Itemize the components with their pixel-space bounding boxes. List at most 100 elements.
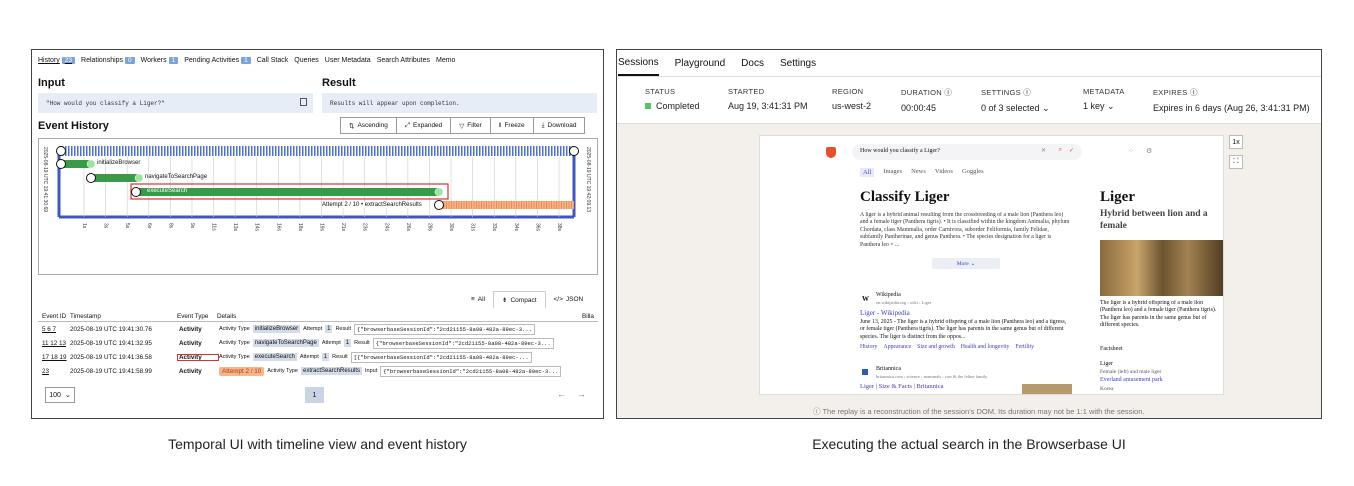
attempt-value: 1: [321, 353, 330, 361]
tick-label: 31s: [469, 223, 476, 232]
event-timestamp: 2025-08-19 UTC 19:41:32.95: [70, 339, 152, 347]
tab-memo[interactable]: Memo: [436, 57, 455, 64]
timeline-end-label: 2025-08-19 UTC 19:42:09.13: [585, 147, 591, 213]
tab-call-stack[interactable]: Call Stack: [257, 57, 289, 64]
tab-workers[interactable]: Workers 1: [141, 57, 179, 64]
view-all[interactable]: ≡ All: [463, 291, 493, 308]
info-icon[interactable]: ⓘ: [944, 88, 952, 97]
page-size-select[interactable]: 100 ⌄: [45, 387, 75, 403]
event-type: Activity: [179, 325, 202, 333]
more-button[interactable]: More ⌄: [932, 258, 1000, 269]
nav-sessions[interactable]: Sessions: [618, 50, 659, 76]
fullscreen-icon[interactable]: ⛶: [1229, 155, 1243, 169]
table-row[interactable]: 5 6 7 2025-08-19 UTC 19:41:30.76 Activity A…: [38, 322, 598, 336]
stat-settings[interactable]: Settings ⓘ 0 of 3 selected ⌄: [981, 87, 1050, 114]
answer-title: Classify Liger: [860, 189, 950, 205]
link-health[interactable]: Health and longevity: [961, 344, 1010, 350]
tab-all[interactable]: All: [860, 168, 875, 177]
payload-label: Result: [332, 354, 348, 360]
attempt-value: 1: [343, 339, 352, 347]
event-ids[interactable]: 5 6 7: [38, 326, 70, 333]
tick-label: 13s: [232, 223, 239, 232]
result-value: Results will appear upon completion.: [330, 100, 460, 107]
payload-label: Result: [335, 326, 352, 332]
event-ids[interactable]: 17 18 19: [38, 354, 70, 361]
kp-image: [1100, 240, 1223, 296]
tick-label: 26s: [404, 223, 411, 232]
tick-label: 16s: [275, 223, 282, 232]
freeze-button[interactable]: ‖ Freeze: [489, 117, 534, 134]
table-row[interactable]: 17 18 19 2025-08-19 UTC 19:41:36.58 Activi…: [38, 350, 598, 364]
copy-icon[interactable]: [300, 98, 307, 106]
tab-news[interactable]: News: [911, 168, 926, 177]
col-details: Details: [217, 312, 237, 320]
event-ids[interactable]: 23: [38, 368, 70, 375]
bar-label-initialize[interactable]: initializeBrowser: [97, 160, 140, 166]
node-3-end: [434, 187, 444, 197]
activity-type-value: initializeBrowser: [252, 325, 301, 333]
view-compact[interactable]: ⇟ Compact: [493, 291, 546, 308]
prev-page-icon[interactable]: ←: [557, 389, 566, 399]
filter-button[interactable]: ▽ Filter: [450, 117, 491, 134]
tab-search-attributes[interactable]: Search Attributes: [377, 57, 430, 64]
bar-label-navigate[interactable]: navigateToSearchPage: [145, 174, 207, 180]
col-event-id: Event ID: [42, 312, 67, 320]
next-page-icon[interactable]: →: [577, 389, 586, 399]
link-fertility[interactable]: Fertility: [1015, 344, 1034, 350]
tab-relationships[interactable]: Relationships 0: [81, 57, 135, 64]
tick-label: 11s: [210, 223, 217, 231]
tab-images[interactable]: Images: [883, 168, 902, 177]
link-size[interactable]: Size and growth: [917, 344, 955, 350]
col-event-type: Event Type: [177, 312, 209, 320]
tab-queries[interactable]: Queries: [294, 57, 319, 64]
page-number[interactable]: 1: [305, 387, 324, 403]
info-icon[interactable]: ⓘ: [1190, 88, 1198, 97]
chevron-down-icon: ⌄: [970, 260, 976, 267]
tick-label: 28s: [426, 223, 433, 232]
attempt-badge: Attempt 2 / 10: [219, 366, 265, 376]
result2-url: britannica.com › science › mammals › cat…: [876, 374, 988, 379]
ascending-button[interactable]: ⇅ Ascending: [340, 117, 397, 134]
tab-pending-activities[interactable]: Pending Activities 1: [184, 57, 251, 64]
clear-icon[interactable]: ✕: [1041, 147, 1046, 154]
chevron-down-icon: ⌄: [1107, 101, 1115, 111]
nav-settings[interactable]: Settings: [780, 50, 816, 76]
result1-title[interactable]: Liger - Wikipedia: [860, 309, 910, 317]
playback-speed-button[interactable]: 1x: [1229, 135, 1243, 149]
view-json[interactable]: </> JSON: [546, 291, 592, 308]
tab-videos[interactable]: Videos: [935, 168, 953, 177]
tab-goggles[interactable]: Goggles: [962, 168, 984, 177]
link-appearance[interactable]: Appearance: [883, 344, 911, 350]
stat-metadata[interactable]: Metadata 1 key ⌄: [1083, 87, 1125, 112]
event-ids[interactable]: 11 12 13: [38, 340, 70, 347]
activity-type-value: executeSearch: [252, 353, 297, 361]
expanded-button[interactable]: ⤢ Expanded: [395, 117, 452, 134]
nav-docs[interactable]: Docs: [741, 50, 764, 76]
tick-label: 24s: [383, 223, 390, 232]
search-icon[interactable]: ⌕: [1059, 147, 1062, 154]
tick-label: 38s: [556, 223, 562, 232]
bar-label-extract[interactable]: Attempt 2 / 10 • extractSearchResults: [322, 202, 422, 208]
result2-title[interactable]: Liger | Size & Facts | Britannica: [860, 383, 943, 390]
event-details: Activity Type initializeBrowser Attempt 1 Re…: [219, 323, 598, 335]
table-header: Event ID Timestamp Event Type Details Bi…: [38, 311, 598, 322]
tab-history[interactable]: History 23: [38, 57, 76, 64]
nav-playground[interactable]: Playground: [675, 50, 726, 76]
tab-user-metadata[interactable]: User Metadata: [325, 57, 371, 64]
link-history[interactable]: History: [860, 344, 877, 350]
table-row[interactable]: 23 2025-08-19 UTC 19:41:58.99 Activity Atte…: [38, 364, 598, 378]
grid-icon[interactable]: ⁘: [1128, 147, 1134, 155]
kp-fact-link[interactable]: Everland amusement park: [1100, 377, 1163, 383]
check-icon[interactable]: ✓: [1069, 147, 1074, 154]
stat-duration: Duration ⓘ 00:00:45: [901, 88, 953, 113]
result1-url: en.wikipedia.org › wiki › Liger: [876, 300, 932, 305]
info-icon: ⓘ: [813, 407, 821, 416]
search-bar[interactable]: How would you classify a Liger? ✕ ⌕ ✓: [852, 144, 1082, 160]
info-icon[interactable]: ⓘ: [1023, 88, 1031, 97]
settings-icon[interactable]: ⚙: [1146, 147, 1152, 155]
browserbase-panel: Sessions Playground Docs Settings Status…: [616, 49, 1322, 419]
bar-label-execute[interactable]: executeSearch: [147, 188, 187, 194]
result1-site: Wikipedia: [876, 292, 901, 298]
download-button[interactable]: ⤓ Download: [532, 117, 586, 134]
table-row[interactable]: 11 12 13 2025-08-19 UTC 19:41:32.95 Activi…: [38, 336, 598, 350]
